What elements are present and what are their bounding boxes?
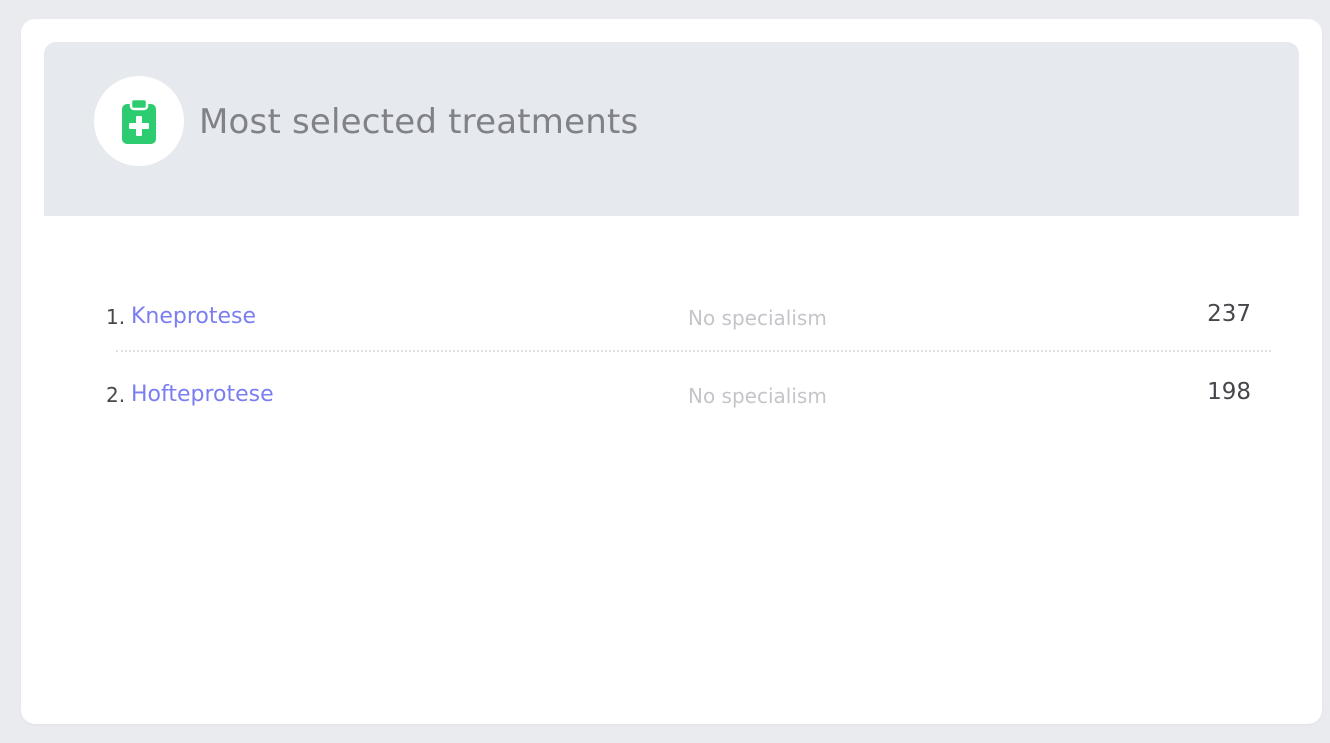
selection-count: 237 [1207,301,1251,327]
selection-count: 198 [1207,379,1251,405]
treatments-list: 1. Kneprotese No specialism 237 2. Hofte… [106,277,1271,433]
rank-number: 2. [106,383,126,407]
list-item: 1. Kneprotese No specialism 237 [106,277,1271,355]
rank-number: 1. [106,305,126,329]
clipboard-medical-icon [122,97,156,144]
list-item: 2. Hofteprotese No specialism 198 [106,355,1251,433]
treatment-link-kneprotese[interactable]: Kneprotese [131,299,256,335]
treatments-card: Most selected treatments 1. Kneprotese N… [21,19,1322,724]
card-title: Most selected treatments [199,102,639,142]
icon-badge [94,76,184,166]
specialism-label: No specialism [688,384,827,408]
treatment-link-hofteprotese[interactable]: Hofteprotese [131,377,274,413]
card-header: Most selected treatments [44,42,1299,216]
specialism-label: No specialism [688,306,827,330]
